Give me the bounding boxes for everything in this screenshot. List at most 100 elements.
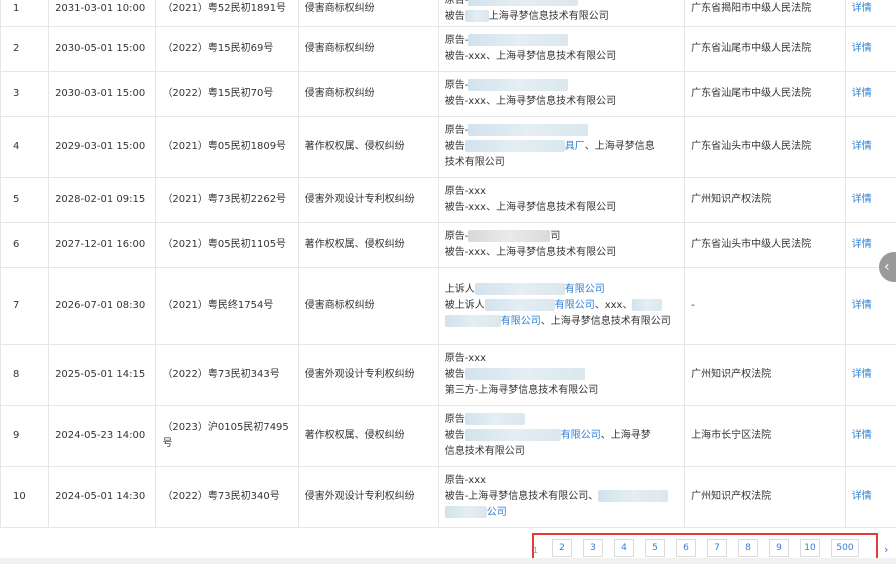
party-text: 被告 (444, 141, 465, 152)
case-table-body: 1 2031-03-01 10:00 （2021）粤52民初1891号 侵害商标权纠纷… (0, 0, 896, 528)
page-link[interactable]: 4 (614, 539, 634, 557)
court-name: 广东省汕头市中级人民法院 (684, 116, 846, 178)
row-index: 8 (0, 344, 50, 406)
party-line: 原告- (445, 0, 678, 9)
party-text: 被告-xxx、上海寻梦信息技术有限公司 (444, 247, 617, 258)
detail-link[interactable]: 详情 (844, 344, 896, 406)
case-number: （2021）粤52民初1891号 (155, 0, 299, 27)
case-cause: 侵害外观设计专利权纠纷 (297, 177, 439, 223)
table-row: 1 2031-03-01 10:00 （2021）粤52民初1891号 侵害商标权纠纷… (0, 0, 896, 27)
detail-link[interactable]: 详情 (844, 0, 896, 27)
redacted-text (468, 34, 569, 46)
party-link[interactable]: 有限公司 (501, 316, 541, 327)
redacted-text (468, 79, 569, 91)
party-text: 原告-xxx (444, 186, 487, 197)
case-number: （2021）粤05民初1105号 (155, 222, 299, 268)
page-link[interactable]: 2 (552, 539, 572, 557)
parties-cell: 原告 被告 有限公司、上海寻梦 信息技术有限公司 (437, 405, 686, 467)
page-link[interactable]: 9 (769, 539, 789, 557)
party-text: 被告-上海寻梦信息技术有限公司、 (444, 491, 599, 502)
row-index: 6 (0, 222, 50, 268)
row-index: 10 (0, 466, 50, 528)
page-link[interactable]: 7 (707, 539, 727, 557)
party-text: 原告- (444, 125, 469, 136)
detail-link[interactable]: 详情 (844, 71, 896, 117)
page-link[interactable]: 10 (800, 539, 820, 557)
party-text: 上诉人 (444, 284, 475, 295)
page-link[interactable]: 500 (831, 539, 859, 557)
row-index: 2 (0, 26, 50, 72)
court-name: 广州知识产权法院 (684, 177, 846, 223)
parties-cell: 上诉人 有限公司 被上诉人 有限公司、xxx、 有限公司、上海寻梦信息技术有限公司 (437, 267, 686, 345)
redacted-text (598, 490, 669, 502)
page-link[interactable]: 3 (583, 539, 603, 557)
case-cause: 侵害商标权纠纷 (297, 267, 439, 345)
parties-cell: 原告- 被告 上海寻梦信息技术有限公司 (437, 0, 686, 27)
party-text: 原告-xxx (444, 353, 487, 364)
page-link[interactable]: 8 (738, 539, 758, 557)
party-text: 原告- (444, 231, 469, 242)
page-link[interactable]: 6 (676, 539, 696, 557)
table-row: 3 2030-03-01 15:00 （2022）粤15民初70号 侵害商标权纠纷 原告… (0, 71, 896, 117)
parties-cell: 原告-xxx 被告第三方-上海寻梦信息技术有限公司 (437, 344, 686, 406)
court-name: - (684, 267, 846, 345)
case-cause: 侵害外观设计专利权纠纷 (297, 466, 439, 528)
case-number: （2022）粤73民初343号 (155, 344, 299, 406)
hearing-date: 2029-03-01 15:00 (48, 116, 157, 178)
party-text: 原告 (444, 414, 465, 425)
party-line: 被告-上海寻梦信息技术有限公司、 (445, 489, 678, 505)
case-cause: 著作权权属、侵权纠纷 (297, 116, 439, 178)
party-line: 原告- 司 (445, 229, 678, 245)
redacted-text (464, 413, 525, 425)
redacted-text (464, 9, 489, 22)
party-text: 、上海寻梦 (600, 430, 651, 441)
party-link[interactable]: 具厂 (565, 141, 585, 152)
party-line: 原告- (445, 123, 678, 139)
case-cause: 著作权权属、侵权纠纷 (297, 405, 439, 467)
party-link[interactable]: 有限公司 (565, 284, 605, 295)
parties-cell: 原告-xxx 被告-上海寻梦信息技术有限公司、 公司 (437, 466, 686, 528)
redacted-text (474, 283, 565, 295)
table-row: 8 2025-05-01 14:15 （2022）粤73民初343号 侵害外观设计专利… (0, 344, 896, 406)
detail-link[interactable]: 详情 (844, 466, 896, 528)
case-number: （2022）粤15民初70号 (155, 71, 299, 117)
party-text: 原告- (444, 35, 469, 46)
case-number: （2022）粤73民初340号 (155, 466, 299, 528)
court-name: 上海市长宁区法院 (684, 405, 846, 467)
case-cause: 侵害商标权纠纷 (297, 0, 439, 27)
case-number: （2021）粤民终1754号 (155, 267, 299, 345)
party-text: 、xxx、 (594, 300, 633, 311)
hearing-date: 2024-05-01 14:30 (48, 466, 157, 528)
party-line: 被告 (445, 367, 678, 383)
hearing-date: 2024-05-23 14:00 (48, 405, 157, 467)
detail-link[interactable]: 详情 (844, 116, 896, 178)
court-name: 广东省揭阳市中级人民法院 (684, 0, 846, 27)
court-name: 广东省汕头市中级人民法院 (684, 222, 846, 268)
table-row: 9 2024-05-23 14:00 （2023）沪0105民初7495号 著作权权属… (0, 405, 896, 467)
detail-link[interactable]: 详情 (844, 405, 896, 467)
party-link[interactable]: 公司 (487, 507, 507, 518)
party-link[interactable]: 有限公司 (555, 300, 595, 311)
case-cause: 著作权权属、侵权纠纷 (297, 222, 439, 268)
redacted-text (464, 140, 565, 152)
detail-link[interactable]: 详情 (844, 26, 896, 72)
hearing-date: 2030-05-01 15:00 (48, 26, 157, 72)
table-row: 6 2027-12-01 16:00 （2021）粤05民初1105号 著作权权属、侵… (0, 222, 896, 268)
parties-cell: 原告- 被告 具厂、上海寻梦信息 技术有限公司 (437, 116, 686, 178)
party-text: 被告 (444, 369, 465, 380)
horizontal-scrollbar[interactable] (0, 558, 896, 564)
party-text: 被告 (444, 430, 465, 441)
next-page-icon[interactable]: › (884, 543, 888, 556)
page-link[interactable]: 5 (645, 539, 665, 557)
party-text: 第三方-上海寻梦信息技术有限公司 (444, 385, 599, 396)
party-text: 被上诉人 (444, 300, 485, 311)
redacted-text (484, 299, 555, 311)
party-text: 原告- (444, 0, 469, 6)
party-text: 被告-xxx、上海寻梦信息技术有限公司 (444, 51, 617, 62)
party-line: 被上诉人 有限公司、xxx、 (445, 298, 678, 314)
detail-link[interactable]: 详情 (844, 177, 896, 223)
party-text: 被告-xxx、上海寻梦信息技术有限公司 (444, 202, 617, 213)
party-link[interactable]: 有限公司 (561, 430, 601, 441)
hearing-date: 2026-07-01 08:30 (48, 267, 157, 345)
court-name: 广州知识产权法院 (684, 466, 846, 528)
